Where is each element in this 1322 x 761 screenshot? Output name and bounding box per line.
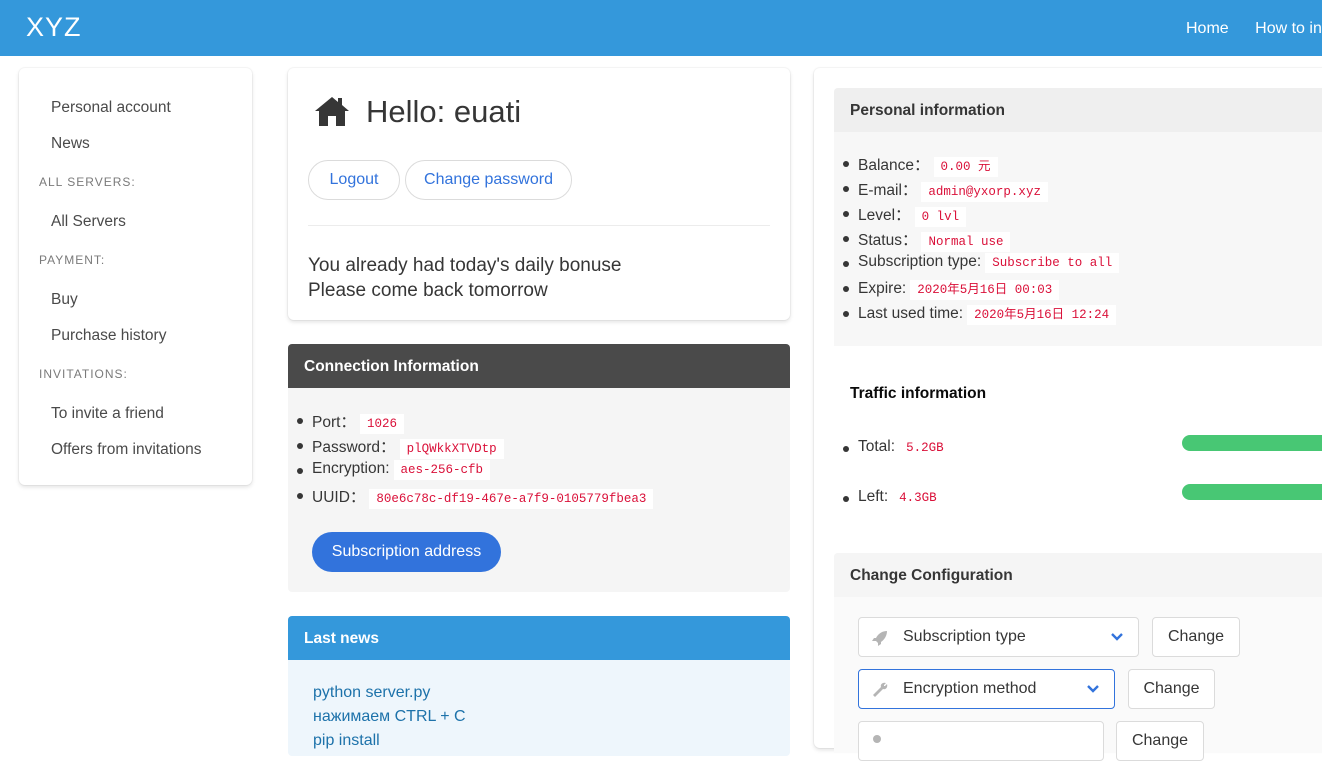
subscription-type-value: Subscribe to all xyxy=(985,253,1120,273)
balance-label: Balance： xyxy=(858,157,930,174)
news-line[interactable]: pip install xyxy=(313,732,380,750)
status-row: Status： Normal use xyxy=(842,228,1119,253)
news-line[interactable]: python server.py xyxy=(313,684,430,702)
daily-bonus-message: You already had today's daily bonuse Ple… xyxy=(308,253,622,303)
traffic-total-label: Total: xyxy=(858,438,896,455)
encryption-method-select[interactable]: Encryption method xyxy=(858,669,1115,709)
traffic-total-value: 5.2GB xyxy=(906,441,944,455)
news-panel: Last news python server.py нажимаем CTRL… xyxy=(288,616,790,756)
sidebar-item-invite-friend[interactable]: To invite a friend xyxy=(51,405,164,423)
port-value: 1026 xyxy=(359,414,404,434)
encryption-row: Encryption: aes-256-cfb xyxy=(296,460,653,485)
sidebar-section-payment: PAYMENT: xyxy=(39,253,106,267)
encryption-label: Encryption: xyxy=(312,460,390,477)
subscription-type-select[interactable]: Subscription type xyxy=(858,617,1139,657)
nav-home-link[interactable]: Home xyxy=(1186,20,1229,37)
news-line[interactable]: нажимаем CTRL + C xyxy=(313,708,466,726)
rocket-icon xyxy=(872,631,887,646)
greeting-title: Hello: euati xyxy=(366,94,522,129)
level-row: Level： 0 lvl xyxy=(842,203,1119,228)
email-row: E-mail： admin@yxorp.xyz xyxy=(842,178,1119,203)
uuid-row: UUID： 80e6c78c-df19-467e-a7f9-0105779fbea… xyxy=(296,485,654,510)
personal-info-list: Balance： 0.00 元 E-mail： admin@yxorp.xyz Le… xyxy=(842,153,1120,328)
greeting-card: Hello: euati Logout Change password You … xyxy=(288,68,790,320)
connection-info-list: Port： 1026 Password： plQWkkXTVDtp Encrypti… xyxy=(296,410,654,510)
traffic-left-bar xyxy=(1182,484,1322,500)
home-icon xyxy=(315,97,349,126)
expire-value: 2020年5月16日 00:03 xyxy=(910,280,1060,300)
news-heading: Last news xyxy=(288,616,790,660)
last-used-row: Last used time: 2020年5月16日 12:24 xyxy=(842,303,1119,328)
subscription-type-select-value: Subscription type xyxy=(903,628,1026,645)
sidebar-item-purchase-history[interactable]: Purchase history xyxy=(51,327,166,345)
sidebar-section-all-servers: ALL SERVERS: xyxy=(39,175,136,189)
password-row: Password： plQWkkXTVDtp xyxy=(296,435,653,460)
personal-info-heading: Personal information xyxy=(834,88,1322,132)
uuid-value: 80e6c78c-df19-467e-a7f9-0105779fbea3 xyxy=(369,489,654,509)
top-navbar: XYZ Home How to in xyxy=(0,0,1322,56)
expire-row: Expire: 2020年5月16日 00:03 xyxy=(842,278,1119,303)
subscription-type-label: Subscription type: xyxy=(858,253,982,270)
traffic-info-heading: Traffic information xyxy=(850,385,987,402)
sidebar-item-all-servers[interactable]: All Servers xyxy=(51,213,126,231)
divider xyxy=(308,225,770,226)
wrench-icon xyxy=(873,682,888,697)
personal-info-panel: Personal information Balance： 0.00 元 E-ma… xyxy=(834,88,1322,346)
traffic-left-label: Left: xyxy=(858,488,889,505)
sidebar-item-personal-account[interactable]: Personal account xyxy=(51,99,171,117)
sidebar-item-news[interactable]: News xyxy=(51,135,90,153)
change-config-heading: Change Configuration xyxy=(834,553,1322,597)
port-row: Port： 1026 xyxy=(296,410,653,435)
level-label: Level： xyxy=(858,207,911,224)
email-value: admin@yxorp.xyz xyxy=(921,182,1048,202)
balance-row: Balance： 0.00 元 xyxy=(842,153,1119,178)
change-third-config-button[interactable]: Change xyxy=(1116,721,1204,761)
sidebar-item-invitation-offers[interactable]: Offers from invitations xyxy=(51,441,201,459)
uuid-label: UUID： xyxy=(312,489,366,506)
subscription-type-row: Subscription type: Subscribe to all xyxy=(842,253,1120,278)
traffic-left-value: 4.3GB xyxy=(899,491,937,505)
email-label: E-mail： xyxy=(858,182,918,199)
sidebar-menu: Personal account News ALL SERVERS: All S… xyxy=(19,68,252,485)
brand-logo[interactable]: XYZ xyxy=(26,12,82,43)
third-config-select[interactable] xyxy=(858,721,1104,761)
bonus-line-2: Please come back tomorrow xyxy=(308,280,548,301)
change-encryption-method-button[interactable]: Change xyxy=(1128,669,1215,709)
traffic-total-bar xyxy=(1182,435,1322,451)
sidebar-section-invitations: INVITATIONS: xyxy=(39,367,128,381)
sidebar-item-buy[interactable]: Buy xyxy=(51,291,78,309)
last-used-label: Last used time: xyxy=(858,305,964,322)
traffic-left-list: Left: 4.3GB xyxy=(843,488,944,513)
status-label: Status： xyxy=(858,232,918,249)
last-used-value: 2020年5月16日 12:24 xyxy=(967,305,1117,325)
subscription-address-button[interactable]: Subscription address xyxy=(312,532,501,572)
bonus-line-1: You already had today's daily bonuse xyxy=(308,255,622,276)
change-password-button[interactable]: Change password xyxy=(405,160,572,200)
chevron-down-icon xyxy=(1087,685,1099,693)
key-icon xyxy=(873,735,881,743)
traffic-left-row: Left: 4.3GB xyxy=(843,488,944,513)
top-nav: Home How to in xyxy=(1186,20,1322,38)
password-value: plQWkkXTVDtp xyxy=(399,439,504,459)
level-value: 0 lvl xyxy=(914,207,967,227)
change-subscription-type-button[interactable]: Change xyxy=(1152,617,1240,657)
balance-value: 0.00 元 xyxy=(933,157,998,177)
encryption-value: aes-256-cfb xyxy=(393,460,491,480)
nav-how-to-link[interactable]: How to in xyxy=(1255,20,1322,37)
logout-button[interactable]: Logout xyxy=(308,160,400,200)
traffic-total-row: Total: 5.2GB xyxy=(843,438,951,463)
connection-info-heading: Connection Information xyxy=(288,344,790,388)
status-value: Normal use xyxy=(921,232,1011,252)
chevron-down-icon xyxy=(1111,633,1123,641)
expire-label: Expire: xyxy=(858,280,907,297)
traffic-total-list: Total: 5.2GB xyxy=(843,438,951,463)
encryption-method-select-value: Encryption method xyxy=(903,680,1037,697)
port-label: Port： xyxy=(312,414,356,431)
password-label: Password： xyxy=(312,439,396,456)
